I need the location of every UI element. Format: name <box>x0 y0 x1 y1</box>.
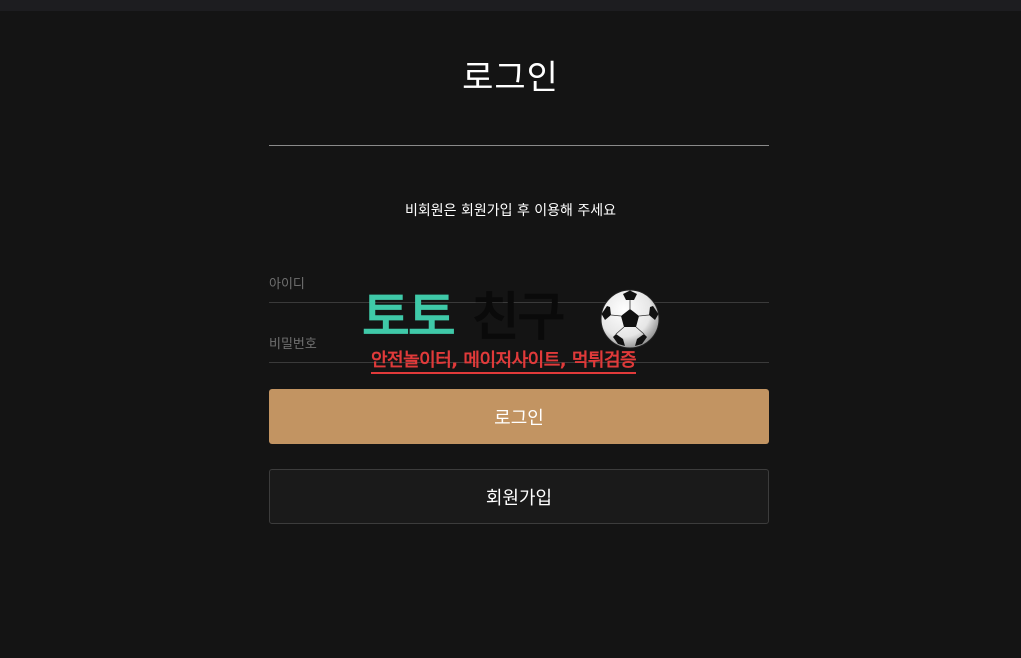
username-input[interactable] <box>269 267 769 303</box>
login-button[interactable]: 로그인 <box>269 389 769 444</box>
signup-button-label: 회원가입 <box>485 487 553 509</box>
top-bar <box>0 0 1021 11</box>
signup-button[interactable]: 회원가입 <box>269 469 769 524</box>
login-button-label: 로그인 <box>494 407 544 429</box>
password-input[interactable] <box>269 327 769 363</box>
member-notice: 비회원은 회원가입 후 이용해 주세요 <box>405 203 616 219</box>
page-title: 로그인 <box>462 58 559 98</box>
title-divider <box>269 145 769 146</box>
